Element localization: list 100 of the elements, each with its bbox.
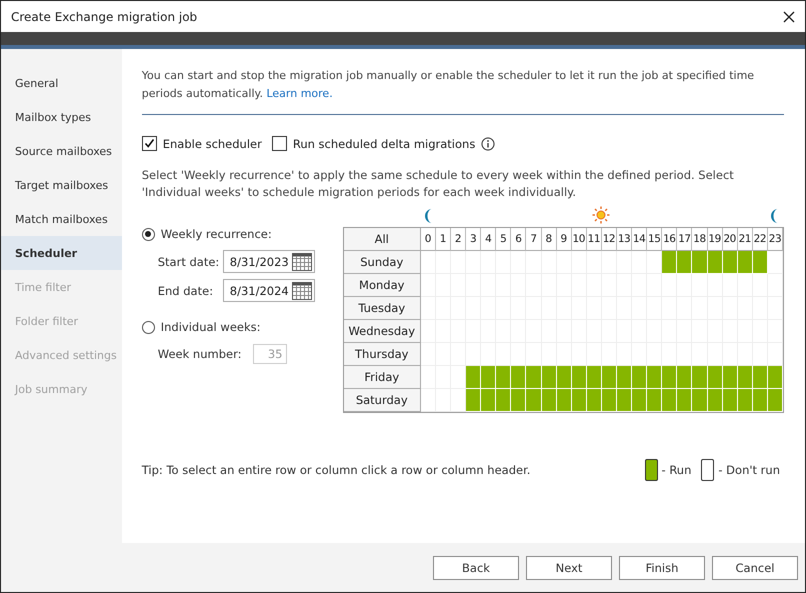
schedule-cell[interactable] <box>738 343 753 366</box>
sidebar-item[interactable]: Scheduler <box>1 236 122 270</box>
hour-header[interactable]: 3 <box>466 228 482 251</box>
schedule-cell[interactable] <box>632 343 648 366</box>
schedule-cell[interactable] <box>496 251 512 274</box>
hour-header[interactable]: 12 <box>602 228 617 251</box>
date-field[interactable]: 8/31/2023 <box>222 250 315 273</box>
schedule-cell[interactable] <box>692 274 708 297</box>
schedule-cell[interactable] <box>511 343 526 366</box>
hour-header[interactable]: 16 <box>662 228 678 251</box>
sidebar-item[interactable]: Mailbox types <box>1 100 122 134</box>
hour-header[interactable]: 8 <box>542 228 557 251</box>
schedule-cell[interactable] <box>738 274 753 297</box>
hour-header[interactable]: 5 <box>496 228 512 251</box>
hour-header[interactable]: 15 <box>647 228 662 251</box>
hour-header[interactable]: 21 <box>738 228 753 251</box>
schedule-cell[interactable] <box>708 343 723 366</box>
close-icon[interactable] <box>783 10 795 22</box>
schedule-cell[interactable] <box>450 251 466 274</box>
schedule-cell[interactable] <box>768 320 783 343</box>
schedule-cell[interactable] <box>420 343 436 366</box>
schedule-cell[interactable] <box>616 343 632 366</box>
schedule-cell[interactable] <box>511 251 526 274</box>
schedule-cell[interactable] <box>616 251 632 274</box>
schedule-cell[interactable] <box>768 274 783 297</box>
checkbox[interactable] <box>142 136 157 151</box>
day-header[interactable]: Thursday <box>344 343 421 366</box>
schedule-cell[interactable] <box>420 320 436 343</box>
calendar-icon[interactable] <box>292 282 312 300</box>
schedule-cell[interactable] <box>752 343 768 366</box>
footer-button[interactable]: Cancel <box>712 556 798 580</box>
day-header[interactable]: Tuesday <box>344 297 421 320</box>
schedule-cell[interactable] <box>496 343 512 366</box>
schedule-cell[interactable] <box>556 343 572 366</box>
schedule-cell[interactable] <box>647 274 662 297</box>
all-header[interactable]: All <box>344 228 421 251</box>
schedule-cell[interactable] <box>572 343 587 366</box>
date-field[interactable]: 8/31/2024 <box>222 279 315 302</box>
hour-header[interactable]: 9 <box>556 228 572 251</box>
footer-button[interactable]: Next <box>526 556 612 580</box>
schedule-cell[interactable] <box>632 251 648 274</box>
schedule-cell[interactable] <box>481 251 496 274</box>
hour-header[interactable]: 22 <box>752 228 768 251</box>
schedule-cell[interactable] <box>420 366 436 389</box>
schedule-cell[interactable] <box>647 251 662 274</box>
hour-header[interactable]: 2 <box>450 228 466 251</box>
schedule-cell[interactable] <box>542 251 557 274</box>
hour-header[interactable]: 18 <box>692 228 708 251</box>
schedule-cell[interactable] <box>602 251 617 274</box>
schedule-cell[interactable] <box>450 389 466 412</box>
schedule-cell[interactable] <box>450 343 466 366</box>
schedule-cell[interactable] <box>722 274 738 297</box>
hour-header[interactable]: 10 <box>572 228 587 251</box>
schedule-cell[interactable] <box>420 274 436 297</box>
sidebar-item[interactable]: General <box>1 66 122 100</box>
sidebar-item[interactable]: Target mailboxes <box>1 168 122 202</box>
schedule-cell[interactable] <box>450 366 466 389</box>
radio-button[interactable] <box>142 228 155 240</box>
learn-more-link[interactable]: Learn more. <box>266 87 333 100</box>
hour-header[interactable]: 17 <box>677 228 692 251</box>
schedule-cell[interactable] <box>526 251 542 274</box>
hour-header[interactable]: 7 <box>526 228 542 251</box>
schedule-cell[interactable] <box>677 343 692 366</box>
schedule-cell[interactable] <box>436 389 451 412</box>
hour-header[interactable]: 11 <box>586 228 602 251</box>
schedule-cell[interactable] <box>677 274 692 297</box>
schedule-cell[interactable] <box>708 274 723 297</box>
sidebar-item[interactable]: Match mailboxes <box>1 202 122 236</box>
hour-header[interactable]: 13 <box>616 228 632 251</box>
schedule-cell[interactable] <box>752 274 768 297</box>
radio-button[interactable] <box>142 320 155 334</box>
hour-header[interactable]: 19 <box>708 228 723 251</box>
checkbox[interactable] <box>272 136 287 151</box>
day-header[interactable]: Wednesday <box>344 320 421 343</box>
day-header[interactable]: Friday <box>344 366 421 389</box>
schedule-cell[interactable] <box>526 343 542 366</box>
footer-button[interactable]: Back <box>433 556 519 580</box>
hour-header[interactable]: 1 <box>436 228 451 251</box>
schedule-cell[interactable] <box>586 343 602 366</box>
schedule-cell[interactable] <box>572 251 587 274</box>
hour-header[interactable]: 4 <box>481 228 496 251</box>
schedule-cell[interactable] <box>768 343 783 366</box>
schedule-cell[interactable] <box>466 343 482 366</box>
calendar-icon[interactable] <box>292 252 312 270</box>
schedule-cell[interactable] <box>481 343 496 366</box>
schedule-cell[interactable] <box>420 297 436 320</box>
info-icon[interactable] <box>481 136 496 150</box>
sidebar-item[interactable]: Source mailboxes <box>1 134 122 168</box>
hour-header[interactable]: 23 <box>768 228 783 251</box>
schedule-cell[interactable] <box>768 251 783 274</box>
schedule-cell[interactable] <box>420 251 436 274</box>
day-header[interactable]: Saturday <box>344 389 421 412</box>
schedule-cell[interactable] <box>692 343 708 366</box>
schedule-cell[interactable] <box>436 251 451 274</box>
schedule-cell[interactable] <box>586 251 602 274</box>
schedule-cell[interactable] <box>420 389 436 412</box>
day-header[interactable]: Sunday <box>344 251 421 274</box>
schedule-cell[interactable] <box>722 343 738 366</box>
footer-button[interactable]: Finish <box>619 556 705 580</box>
schedule-cell[interactable] <box>768 297 783 320</box>
